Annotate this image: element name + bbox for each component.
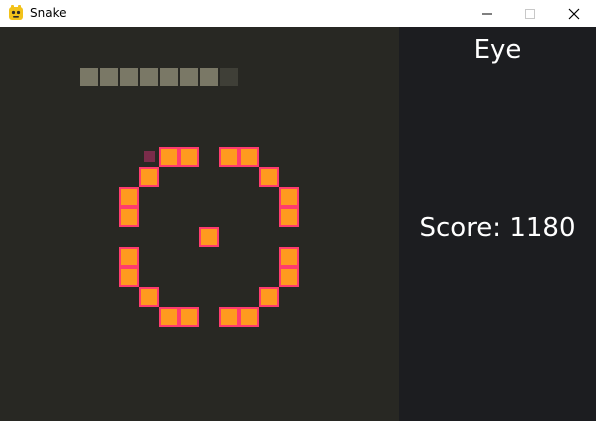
snake-segment <box>119 267 139 287</box>
minimize-icon <box>482 13 492 14</box>
progress-segment <box>200 68 218 86</box>
snake-segment <box>279 267 299 287</box>
side-panel: Eye Score: 1180 <box>399 27 596 421</box>
title-bar[interactable]: Snake <box>0 0 596 27</box>
snake-segment <box>119 187 139 207</box>
maximize-icon <box>525 8 535 19</box>
snake-segment <box>239 147 259 167</box>
score-display: Score: 1180 <box>419 213 576 243</box>
snake-segment <box>259 287 279 307</box>
snake-segment <box>219 307 239 327</box>
snake-segment <box>199 227 219 247</box>
minimize-button[interactable] <box>464 0 510 27</box>
snake-segment <box>139 287 159 307</box>
snake-segment <box>219 147 239 167</box>
progress-segment <box>80 68 98 86</box>
snake-segment <box>159 147 179 167</box>
mode-label: Eye <box>473 35 522 65</box>
snake-segment <box>119 207 139 227</box>
game-board[interactable] <box>0 27 399 421</box>
food-pellet <box>144 151 155 162</box>
snake-window: Snake Eye Score: 1180 <box>0 0 596 421</box>
progress-segment <box>120 68 138 86</box>
snake-segment <box>159 307 179 327</box>
progress-segment <box>140 68 158 86</box>
maximize-button[interactable] <box>507 0 553 27</box>
progress-segment <box>180 68 198 86</box>
snake-segment <box>179 147 199 167</box>
snake-segment <box>239 307 259 327</box>
close-icon <box>568 8 580 19</box>
snake-segment <box>279 187 299 207</box>
snake-segment <box>139 167 159 187</box>
window-title: Snake <box>30 6 67 20</box>
snake-segment <box>119 247 139 267</box>
pygame-snake-icon <box>9 5 23 20</box>
snake-segment <box>179 307 199 327</box>
progress-segment <box>100 68 118 86</box>
close-button[interactable] <box>551 0 596 27</box>
snake-segment <box>279 247 299 267</box>
progress-segment <box>160 68 178 86</box>
snake-segment <box>279 207 299 227</box>
snake-segment <box>259 167 279 187</box>
progress-segment <box>220 68 238 86</box>
